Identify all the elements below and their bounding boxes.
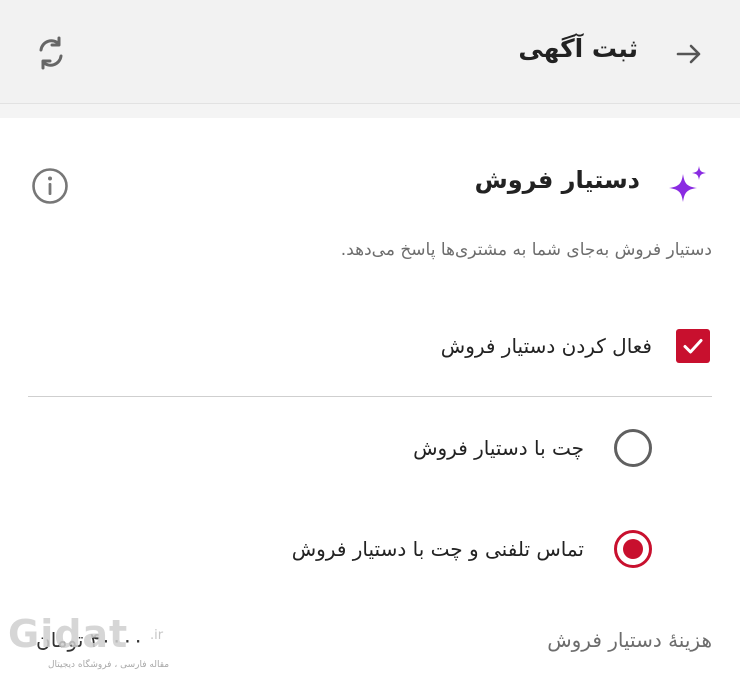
enable-assistant-checkbox[interactable]	[676, 329, 710, 363]
section-description: دستیار فروش به‌جای شما به مشتری‌ها پاسخ …	[340, 240, 712, 260]
enable-assistant-label: فعال کردن دستیار فروش	[440, 334, 652, 358]
arrow-right-icon[interactable]	[673, 38, 705, 70]
refresh-icon[interactable]	[32, 34, 70, 72]
page-title: ثبت آگهی	[518, 34, 638, 63]
watermark-subtitle: مقاله فارسی ، فروشگاه دیجیتال	[48, 660, 170, 670]
watermark-text: Gidat	[8, 612, 129, 656]
info-icon[interactable]	[30, 166, 70, 206]
radio-label-call-and-chat: تماس تلفنی و چت با دستیار فروش	[291, 537, 584, 561]
radio-option-chat[interactable]: چت با دستیار فروش	[413, 426, 652, 470]
checkmark-icon	[683, 339, 703, 354]
radio-option-call-and-chat[interactable]: تماس تلفنی و چت با دستیار فروش	[292, 527, 652, 571]
radio-button-chat[interactable]	[614, 429, 652, 467]
radio-label-chat: چت با دستیار فروش	[413, 436, 584, 460]
app-header: ثبت آگهی	[0, 0, 740, 104]
cost-label: هزینهٔ دستیار فروش	[547, 628, 712, 652]
watermark-logo: Gidat .ir مقاله فارسی ، فروشگاه دیجیتال	[8, 612, 170, 674]
watermark-suffix: .ir	[150, 628, 164, 643]
sparkle-icon	[669, 166, 706, 202]
enable-assistant-checkbox-row[interactable]: فعال کردن دستیار فروش	[441, 326, 710, 366]
radio-button-call-and-chat[interactable]	[614, 530, 652, 568]
divider	[28, 396, 712, 397]
section-separator	[0, 104, 740, 118]
section-title: دستیار فروش	[474, 166, 640, 194]
